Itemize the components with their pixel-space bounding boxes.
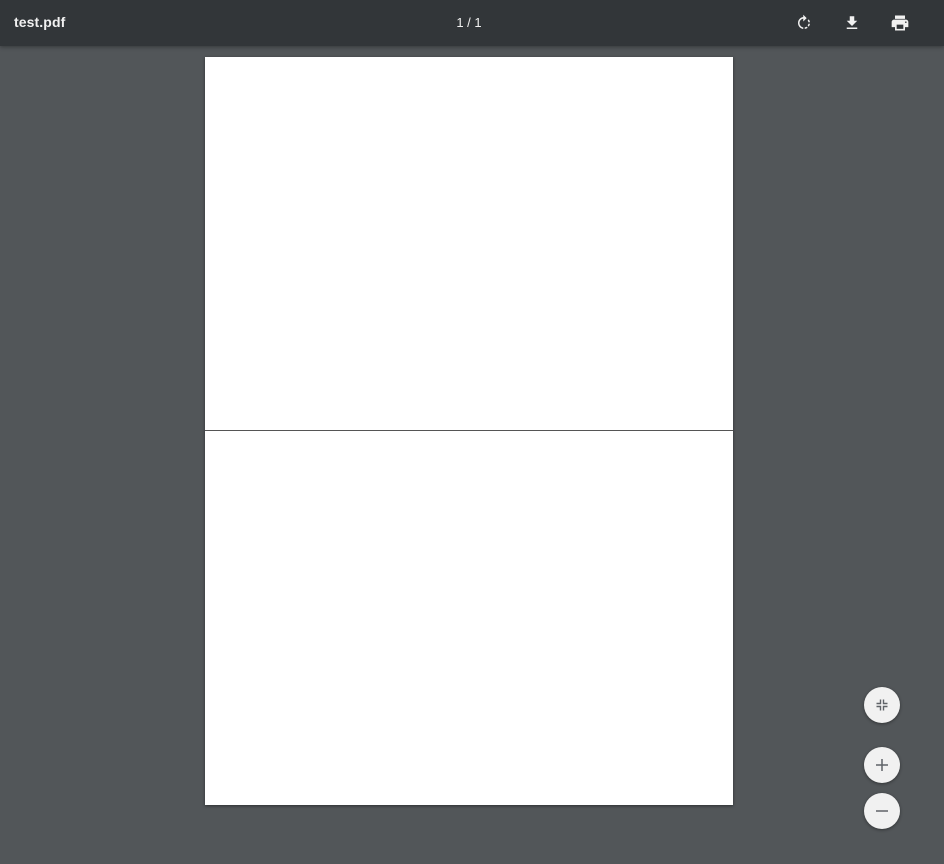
download-icon [846,16,858,29]
pdf-toolbar: test.pdf 1 / 1 [0,0,944,46]
fit-to-page-button[interactable] [864,687,900,723]
fit-to-page-icon [876,699,888,711]
page-horizontal-line [205,430,733,431]
print-icon [891,15,909,31]
pdf-page[interactable] [205,57,733,805]
rotate-clockwise-icon [798,14,810,29]
download-button[interactable] [840,11,864,35]
minus-icon [876,810,888,812]
print-button[interactable] [888,11,912,35]
zoom-out-button[interactable] [864,793,900,829]
plus-icon [876,759,888,771]
document-viewer[interactable] [0,46,944,864]
zoom-in-button[interactable] [864,747,900,783]
rotate-button[interactable] [792,11,816,35]
